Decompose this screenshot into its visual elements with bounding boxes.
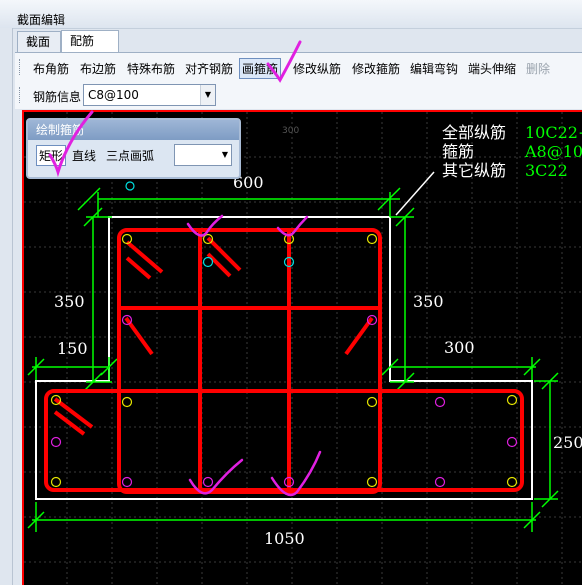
dim-left-flange: 150 [57, 339, 88, 358]
dim-flange-height: 250 [553, 433, 582, 452]
draw-stirrup-palette: 绘制箍筋 矩形 直线 三点画弧 ▼ [26, 118, 241, 179]
three-point-arc-button[interactable]: 三点画弧 [106, 147, 154, 164]
rebar-info-bar: 钢筋信息 C8@100 ▼ [15, 81, 582, 109]
dim-right-height: 350 [413, 292, 444, 311]
place-edge-rebar-button[interactable]: 布边筋 [80, 60, 116, 77]
legend-value-all: 10C22+ [525, 123, 582, 142]
rebar-info-value: C8@100 [88, 88, 139, 102]
rebar-toolbar: 布角筋 布边筋 特殊布筋 对齐钢筋 画箍筋 修改纵筋 修改箍筋 编辑弯钩 端头伸… [15, 53, 582, 81]
toolbar-grip[interactable] [19, 87, 23, 103]
section-drawing: 300 600 350 350 150 300 250 1050 全部纵筋 10… [24, 112, 582, 585]
canvas-background [24, 112, 582, 585]
rectangle-mode-button[interactable]: 矩形 [36, 145, 67, 166]
window-titlebar: 截面编辑 [0, 0, 582, 29]
end-extend-button[interactable]: 端头伸缩 [468, 60, 516, 77]
legend-label-other: 其它纵筋 [442, 161, 506, 180]
rebar-info-label: 钢筋信息 [33, 90, 82, 104]
legend-value-other: 3C22 [525, 161, 568, 180]
window-title: 截面编辑 [17, 13, 66, 27]
modify-longitudinal-button[interactable]: 修改纵筋 [293, 60, 341, 77]
special-rebar-button[interactable]: 特殊布筋 [127, 60, 175, 77]
legend-label-stirrup: 箍筋 [442, 142, 474, 161]
dim-right-flange: 300 [444, 338, 475, 357]
toolbar-grip[interactable] [19, 59, 23, 75]
left-panel-edge [0, 28, 13, 585]
faint-grid-label: 300 [282, 126, 299, 136]
edit-hook-button[interactable]: 编辑弯钩 [410, 60, 458, 77]
modify-stirrup-button[interactable]: 修改箍筋 [352, 60, 400, 77]
legend-label-all: 全部纵筋 [442, 123, 506, 142]
tab-rebar[interactable]: 配筋 [61, 30, 119, 53]
line-mode-button[interactable]: 直线 [72, 147, 96, 164]
dim-left-height: 350 [54, 292, 85, 311]
section-canvas[interactable]: 300 600 350 350 150 300 250 1050 全部纵筋 10… [22, 110, 582, 585]
chevron-down-icon[interactable]: ▼ [219, 145, 231, 165]
draw-stirrup-button[interactable]: 画箍筋 [239, 58, 282, 79]
delete-button[interactable]: 删除 [526, 60, 550, 77]
legend-value-stirrup: A8@100 [524, 142, 582, 161]
palette-title[interactable]: 绘制箍筋 [28, 120, 239, 140]
dim-total-width: 1050 [264, 529, 305, 548]
chevron-down-icon[interactable]: ▼ [200, 85, 215, 105]
palette-select[interactable]: ▼ [174, 144, 232, 166]
rebar-info-select[interactable]: C8@100 ▼ [83, 84, 216, 106]
tab-section[interactable]: 截面 [17, 31, 61, 52]
align-rebar-button[interactable]: 对齐钢筋 [185, 60, 233, 77]
place-corner-rebar-button[interactable]: 布角筋 [33, 60, 69, 77]
